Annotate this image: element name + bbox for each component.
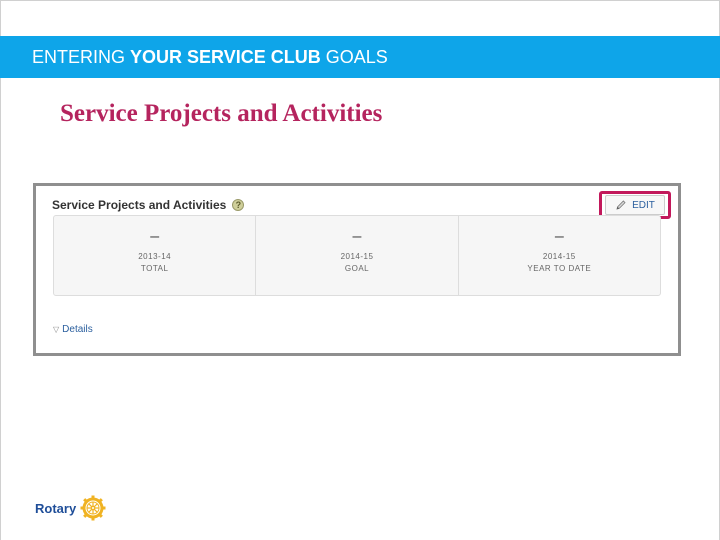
stat-value: – xyxy=(150,228,160,245)
header-emphasis: YOUR SERVICE CLUB xyxy=(130,46,321,67)
stat-period: 2014-15 xyxy=(542,252,576,261)
stat-goal: – 2014-15 GOAL xyxy=(256,216,459,295)
stat-total: – 2013-14 TOTAL xyxy=(54,216,257,295)
stat-period: 2013-14 xyxy=(138,252,172,261)
details-label: Details xyxy=(62,324,93,335)
stat-label: GOAL xyxy=(344,264,370,273)
rotary-wordmark: Rotary xyxy=(35,500,77,516)
stat-label: YEAR TO DATE xyxy=(527,264,592,273)
details-toggle[interactable]: ▽ Details xyxy=(53,324,93,335)
screenshot-panel: Service Projects and Activities ? EDIT –… xyxy=(33,183,681,356)
stat-year-to-date: – 2014-15 YEAR TO DATE xyxy=(459,216,660,295)
header-suffix: GOALS xyxy=(320,46,388,67)
panel-title-row: Service Projects and Activities ? xyxy=(52,198,245,212)
stats-box: – 2013-14 TOTAL – 2014-15 GOAL – 2014-15… xyxy=(53,215,661,296)
stat-period: 2014-15 xyxy=(340,252,374,261)
header-band: ENTERING YOUR SERVICE CLUB GOALS xyxy=(0,36,720,78)
pencil-icon xyxy=(616,200,626,210)
header-prefix: ENTERING xyxy=(32,46,131,67)
slide-border-top xyxy=(0,0,720,1)
question-mark-icon[interactable]: ? xyxy=(232,199,245,211)
panel-title: Service Projects and Activities xyxy=(52,198,227,212)
stat-value: – xyxy=(352,228,362,245)
edit-button-label: EDIT xyxy=(632,199,655,211)
slide-title: Service Projects and Activities xyxy=(60,100,383,127)
rotary-logo: Rotary xyxy=(35,495,106,521)
edit-button[interactable]: EDIT xyxy=(605,195,665,215)
rotary-wheel-icon xyxy=(80,495,106,521)
stat-value: – xyxy=(554,228,564,245)
stat-label: TOTAL xyxy=(140,264,169,273)
slide-border-left xyxy=(0,0,1,540)
chevron-down-icon: ▽ xyxy=(53,325,60,334)
